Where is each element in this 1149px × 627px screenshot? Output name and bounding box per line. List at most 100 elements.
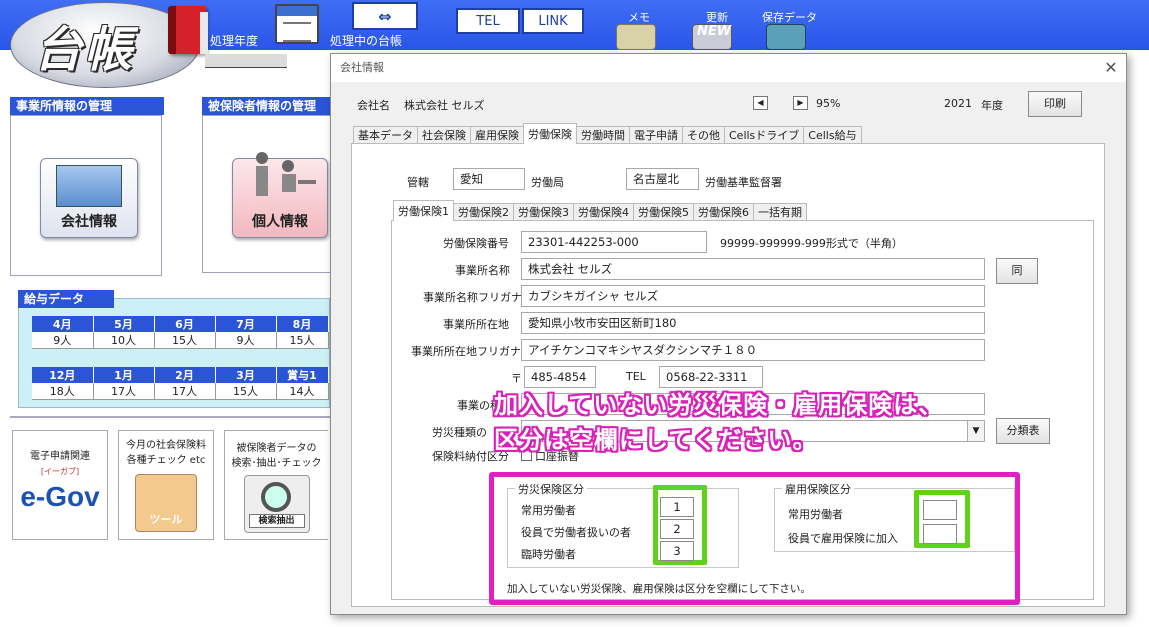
tab-other[interactable]: その他: [682, 126, 725, 144]
tab-working-hours[interactable]: 労働時間: [576, 126, 630, 144]
subtab-labor-2[interactable]: 労働保険2: [453, 203, 514, 221]
swap-arrows-icon: ⇔: [378, 6, 392, 26]
salary-count: 10人: [93, 332, 155, 349]
same-as-company-button[interactable]: 同: [996, 258, 1038, 284]
salary-month[interactable]: 4月: [32, 316, 94, 332]
office-address-field[interactable]: 愛知県小牧市安田区新町180: [521, 312, 985, 334]
dialog-title: 会社情報: [331, 54, 1126, 82]
office-address-kana-label: 事業所所在地フリガナ: [411, 345, 521, 358]
labor-office-label: 労働基準監督署: [705, 176, 782, 189]
salary-month[interactable]: 12月: [32, 367, 94, 383]
salary-month[interactable]: 2月: [154, 367, 216, 383]
salary-count: 9人: [215, 332, 277, 349]
magnifier-icon: 検索抽出: [243, 475, 310, 533]
insurance-number-field[interactable]: 23301-442253-000: [521, 231, 707, 253]
office-kana-label: 事業所名称フリガナ: [423, 291, 522, 304]
salary-count: 15人: [154, 332, 216, 349]
tab-social-insurance[interactable]: 社会保険: [417, 126, 471, 144]
shori-daicho-label: 処理中の台帳: [330, 34, 403, 48]
salary-month[interactable]: 5月: [93, 316, 155, 332]
salary-month[interactable]: 賞与1: [276, 367, 329, 383]
personal-info-label: 個人情報: [252, 214, 308, 230]
shori-nendo-label: 処理年度: [210, 34, 259, 48]
salary-count: 17人: [154, 383, 216, 400]
office-kana-field[interactable]: カブシキガイシャ セルズ: [521, 285, 985, 307]
briefcase-icon[interactable]: [766, 24, 806, 50]
link-button[interactable]: LINK: [522, 8, 584, 34]
tab-basic[interactable]: 基本データ: [353, 126, 418, 144]
tel-button[interactable]: TEL: [456, 8, 520, 34]
e-filing-card[interactable]: 電子申請関連 [イーガブ] e-Gov: [12, 430, 108, 540]
ledger-pages-icon: [200, 12, 208, 54]
salary-count: 14人: [276, 383, 329, 400]
tools-label: ツール: [149, 513, 183, 526]
search-title-2: 検索･抽出･チェック: [231, 458, 322, 469]
save-data-label: 保存データ: [762, 11, 817, 24]
tab-employment-insurance[interactable]: 雇用保険: [470, 126, 524, 144]
classification-table-button[interactable]: 分類表: [996, 418, 1050, 444]
salary-month[interactable]: 1月: [93, 367, 155, 383]
company-name-value: 株式会社 セルズ: [404, 99, 485, 112]
office-building-icon: [56, 165, 122, 207]
calendar-icon[interactable]: [275, 4, 319, 44]
fiscal-year-suffix: 年度: [981, 99, 1003, 112]
company-name-label: 会社名: [357, 99, 390, 112]
prev-arrow-icon[interactable]: ◀: [753, 96, 768, 110]
annotation-line-1: 加入していない労災保険・雇用保険は、: [494, 391, 944, 419]
tab-labor-insurance[interactable]: 労働保険: [523, 123, 577, 144]
salary-month[interactable]: 3月: [215, 367, 277, 383]
sub-tabs: 労働保険1 労働保険2 労働保険3 労働保険4 労働保険5 労働保険6 一括有期: [393, 200, 807, 221]
search-title-1: 被保険者データの: [236, 443, 317, 454]
main-tabs: 基本データ 社会保険 雇用保険 労働保険 労働時間 電子申請 その他 Cells…: [353, 123, 862, 144]
salary-count: 15人: [215, 383, 277, 400]
insurance-number-hint: 99999-999999-999形式で（半角）: [720, 237, 903, 250]
memo-label: メモ: [628, 11, 650, 24]
tab-e-filing[interactable]: 電子申請: [629, 126, 683, 144]
tab-cells-payroll[interactable]: Cells給与: [803, 126, 862, 144]
tab-cells-drive[interactable]: Cellsドライブ: [724, 126, 805, 144]
subtab-labor-4[interactable]: 労働保険4: [573, 203, 634, 221]
salary-count: 18人: [32, 383, 94, 400]
search-extract-button[interactable]: 検索抽出: [248, 514, 305, 528]
subtab-labor-3[interactable]: 労働保険3: [513, 203, 574, 221]
people-icon: [244, 150, 320, 202]
e-filing-title: 電子申請関連: [30, 451, 90, 462]
postal-mark: 〒: [511, 372, 522, 385]
salary-month[interactable]: 6月: [154, 316, 216, 332]
tools-icon: ツール: [135, 474, 197, 532]
next-arrow-icon[interactable]: ▶: [793, 96, 808, 110]
subtab-lump-sum[interactable]: 一括有期: [753, 203, 807, 221]
office-address-kana-field[interactable]: アイチケンコマキシヤスダクシンマチ１８０: [521, 339, 985, 361]
subtab-labor-5[interactable]: 労働保険5: [633, 203, 694, 221]
fiscal-year: 2021: [944, 97, 972, 110]
salary-table-2: 12月 1月 2月 3月 賞与1 18人 17人 17人 15人 14人: [32, 367, 329, 400]
print-button[interactable]: 印刷: [1028, 91, 1082, 117]
salary-month[interactable]: 8月: [276, 316, 329, 332]
memo-icon[interactable]: [616, 24, 656, 50]
chevron-down-icon[interactable]: ▼: [967, 421, 984, 441]
salary-month[interactable]: 7月: [215, 316, 277, 332]
labor-office-field[interactable]: 名古屋北: [626, 168, 699, 190]
section-divider: [10, 416, 330, 418]
search-card[interactable]: 被保険者データの 検索･抽出･チェック 検索抽出: [224, 430, 328, 540]
jurisdiction-label: 管轄: [407, 176, 429, 189]
new-badge: NEW: [697, 24, 732, 39]
jurisdiction-field[interactable]: 愛知: [453, 168, 525, 190]
company-info-label: 会社情報: [61, 214, 117, 230]
office-address-label: 事業所所在地: [443, 318, 509, 331]
egov-logo: e-Gov: [20, 481, 100, 512]
update-label: 更新: [706, 11, 728, 24]
salary-count: 17人: [93, 383, 155, 400]
tools-card[interactable]: 今月の社会保険料 各種チェック etc ツール: [118, 430, 214, 540]
fiscal-year-field[interactable]: [205, 54, 287, 68]
office-name-field[interactable]: 株式会社 セルズ: [521, 258, 985, 280]
swap-ledger-button[interactable]: ⇔: [352, 2, 418, 30]
zoom-level: 95%: [816, 97, 841, 110]
subtab-labor-1[interactable]: 労働保険1: [393, 200, 454, 221]
subtab-labor-6[interactable]: 労働保険6: [693, 203, 754, 221]
close-icon[interactable]: ✕: [1101, 58, 1121, 78]
salary-count: 9人: [32, 332, 94, 349]
tools-title-2: 各種チェック etc: [126, 455, 206, 466]
tel-label: TEL: [626, 370, 646, 383]
magnifier-lens-icon: [260, 482, 291, 512]
